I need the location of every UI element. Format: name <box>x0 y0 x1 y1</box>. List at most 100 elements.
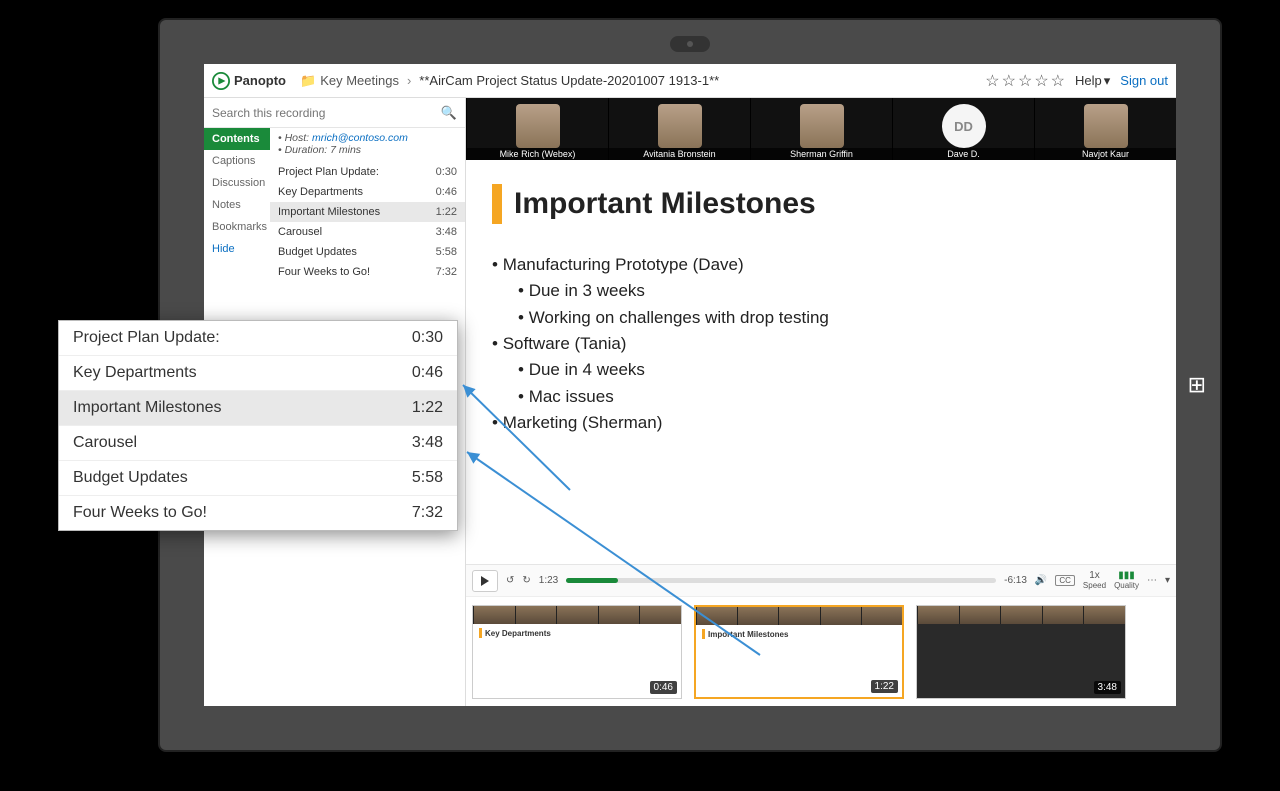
avatar <box>658 104 702 148</box>
star-icon[interactable]: ☆ <box>985 71 999 91</box>
chapter-title: Project Plan Update: <box>278 166 379 178</box>
tab-discussion[interactable]: Discussion <box>204 172 270 194</box>
chevron-right-icon: › <box>407 73 411 88</box>
participant-name: Mike Rich (Webex) <box>467 148 608 160</box>
speed-value: 1x <box>1089 571 1100 581</box>
popup-title: Project Plan Update: <box>73 329 220 347</box>
star-icon[interactable]: ☆ <box>1034 71 1048 91</box>
tab-captions[interactable]: Captions <box>204 150 270 172</box>
host-link[interactable]: mrich@contoso.com <box>312 132 408 144</box>
thumbnail[interactable]: Key Departments 0:46 <box>472 605 682 699</box>
captions-icon[interactable]: CC <box>1055 575 1075 586</box>
chapter-row[interactable]: Carousel 3:48 <box>270 222 465 242</box>
avatar-initials: DD <box>942 104 986 148</box>
popup-title: Budget Updates <box>73 469 188 487</box>
avatar <box>1084 104 1128 148</box>
popup-time: 5:58 <box>412 469 443 487</box>
avatar <box>800 104 844 148</box>
breadcrumb[interactable]: 📁 Key Meetings › **AirCam Project Status… <box>300 73 719 89</box>
popup-title: Key Departments <box>73 364 197 382</box>
speed-control[interactable]: 1x Speed <box>1083 571 1106 590</box>
star-icon[interactable]: ☆ <box>1002 71 1016 91</box>
thumbnail[interactable]: Important Milestones 1:22 <box>694 605 904 699</box>
search-input[interactable] <box>212 106 441 120</box>
popup-title: Important Milestones <box>73 399 222 417</box>
popup-row[interactable]: Project Plan Update: 0:30 <box>59 321 457 356</box>
bullet: Software (Tania) <box>492 331 1150 357</box>
breadcrumb-title: **AirCam Project Status Update-20201007 … <box>419 73 719 88</box>
chapter-time: 0:30 <box>436 166 457 178</box>
help-label: Help <box>1075 73 1102 88</box>
slide-view: Important Milestones Manufacturing Proto… <box>466 160 1176 564</box>
participant-name: Sherman Griffin <box>751 148 892 160</box>
avatar <box>516 104 560 148</box>
chapter-row[interactable]: Four Weeks to Go! 7:32 <box>270 262 465 282</box>
participant-tile[interactable]: Sherman Griffin <box>750 98 892 160</box>
star-icon[interactable]: ☆ <box>1018 71 1032 91</box>
bullet: Due in 3 weeks <box>518 278 1150 304</box>
speed-label: Speed <box>1083 582 1106 590</box>
duration-label: Duration: 7 mins <box>285 144 361 156</box>
breadcrumb-folder[interactable]: Key Meetings <box>320 73 399 88</box>
search-bar[interactable]: 🔍 <box>204 98 465 128</box>
popup-row[interactable]: Four Weeks to Go! 7:32 <box>59 496 457 530</box>
participant-name: Navjot Kaur <box>1035 148 1176 160</box>
bullet: Working on challenges with drop testing <box>518 305 1150 331</box>
help-menu[interactable]: Help ▾ <box>1075 73 1110 89</box>
player-controls: ↺ ↻ 1:23 -6:13 🔊 CC 1x Speed ▮▮▮ <box>466 564 1176 596</box>
star-icon[interactable]: ☆ <box>1051 71 1065 91</box>
thumb-time: 0:46 <box>650 681 677 694</box>
rating-stars[interactable]: ☆ ☆ ☆ ☆ ☆ <box>985 71 1065 91</box>
tab-hide[interactable]: Hide <box>204 238 270 260</box>
rewind-10-icon[interactable]: ↺ <box>506 575 514 586</box>
chapter-title: Key Departments <box>278 186 363 198</box>
thumbnail[interactable]: 3:48 <box>916 605 1126 699</box>
sign-out-link[interactable]: Sign out <box>1120 73 1168 88</box>
tab-bookmarks[interactable]: Bookmarks <box>204 216 270 238</box>
app-logo[interactable]: Panopto <box>212 72 286 90</box>
progress-bar[interactable] <box>566 578 996 583</box>
chapters-popup: Project Plan Update: 0:30 Key Department… <box>58 320 458 531</box>
participant-tile[interactable]: Navjot Kaur <box>1034 98 1176 160</box>
chapter-row[interactable]: Key Departments 0:46 <box>270 182 465 202</box>
chapter-row[interactable]: Important Milestones 1:22 <box>270 202 465 222</box>
forward-10-icon[interactable]: ↻ <box>522 575 530 586</box>
participant-name: Dave D. <box>893 148 1034 160</box>
current-time: 1:23 <box>539 575 558 586</box>
participant-tile[interactable]: Mike Rich (Webex) <box>466 98 608 160</box>
participant-tile[interactable]: DD Dave D. <box>892 98 1034 160</box>
chapter-row[interactable]: Budget Updates 5:58 <box>270 242 465 262</box>
participant-tile[interactable]: Avitania Bronstein <box>608 98 750 160</box>
volume-icon[interactable]: 🔊 <box>1035 575 1047 586</box>
slide-accent-bar <box>492 184 502 224</box>
chapter-time: 0:46 <box>436 186 457 198</box>
quality-control[interactable]: ▮▮▮ Quality <box>1114 571 1139 590</box>
popup-row[interactable]: Carousel 3:48 <box>59 426 457 461</box>
popup-row[interactable]: Budget Updates 5:58 <box>59 461 457 496</box>
chapter-time: 7:32 <box>436 266 457 278</box>
popup-time: 0:46 <box>412 364 443 382</box>
participant-name: Avitania Bronstein <box>609 148 750 160</box>
chapter-title: Important Milestones <box>278 206 380 218</box>
popup-row[interactable]: Key Departments 0:46 <box>59 356 457 391</box>
windows-logo[interactable]: ⊞ <box>1188 372 1206 398</box>
progress-fill <box>566 578 618 583</box>
chapter-row[interactable]: Project Plan Update: 0:30 <box>270 162 465 182</box>
chevron-down-icon: ▾ <box>1104 73 1111 89</box>
host-label: Host: <box>285 132 310 144</box>
popup-time: 7:32 <box>412 504 443 522</box>
chapter-time: 5:58 <box>436 246 457 258</box>
folder-icon: 📁 <box>300 73 316 89</box>
search-icon[interactable]: 🔍 <box>441 105 457 121</box>
popup-row[interactable]: Important Milestones 1:22 <box>59 391 457 426</box>
tab-contents[interactable]: Contents <box>204 128 270 150</box>
play-button[interactable] <box>472 570 498 592</box>
popup-time: 1:22 <box>412 399 443 417</box>
chapter-title: Budget Updates <box>278 246 357 258</box>
slide-title: Important Milestones <box>514 187 816 221</box>
thumb-title: Key Departments <box>485 629 551 638</box>
collapse-icon[interactable]: ▾ <box>1165 575 1170 586</box>
more-menu-icon[interactable]: ⋯ <box>1147 575 1157 586</box>
tab-notes[interactable]: Notes <box>204 194 270 216</box>
participant-gallery: Mike Rich (Webex) Avitania Bronstein She… <box>466 98 1176 160</box>
